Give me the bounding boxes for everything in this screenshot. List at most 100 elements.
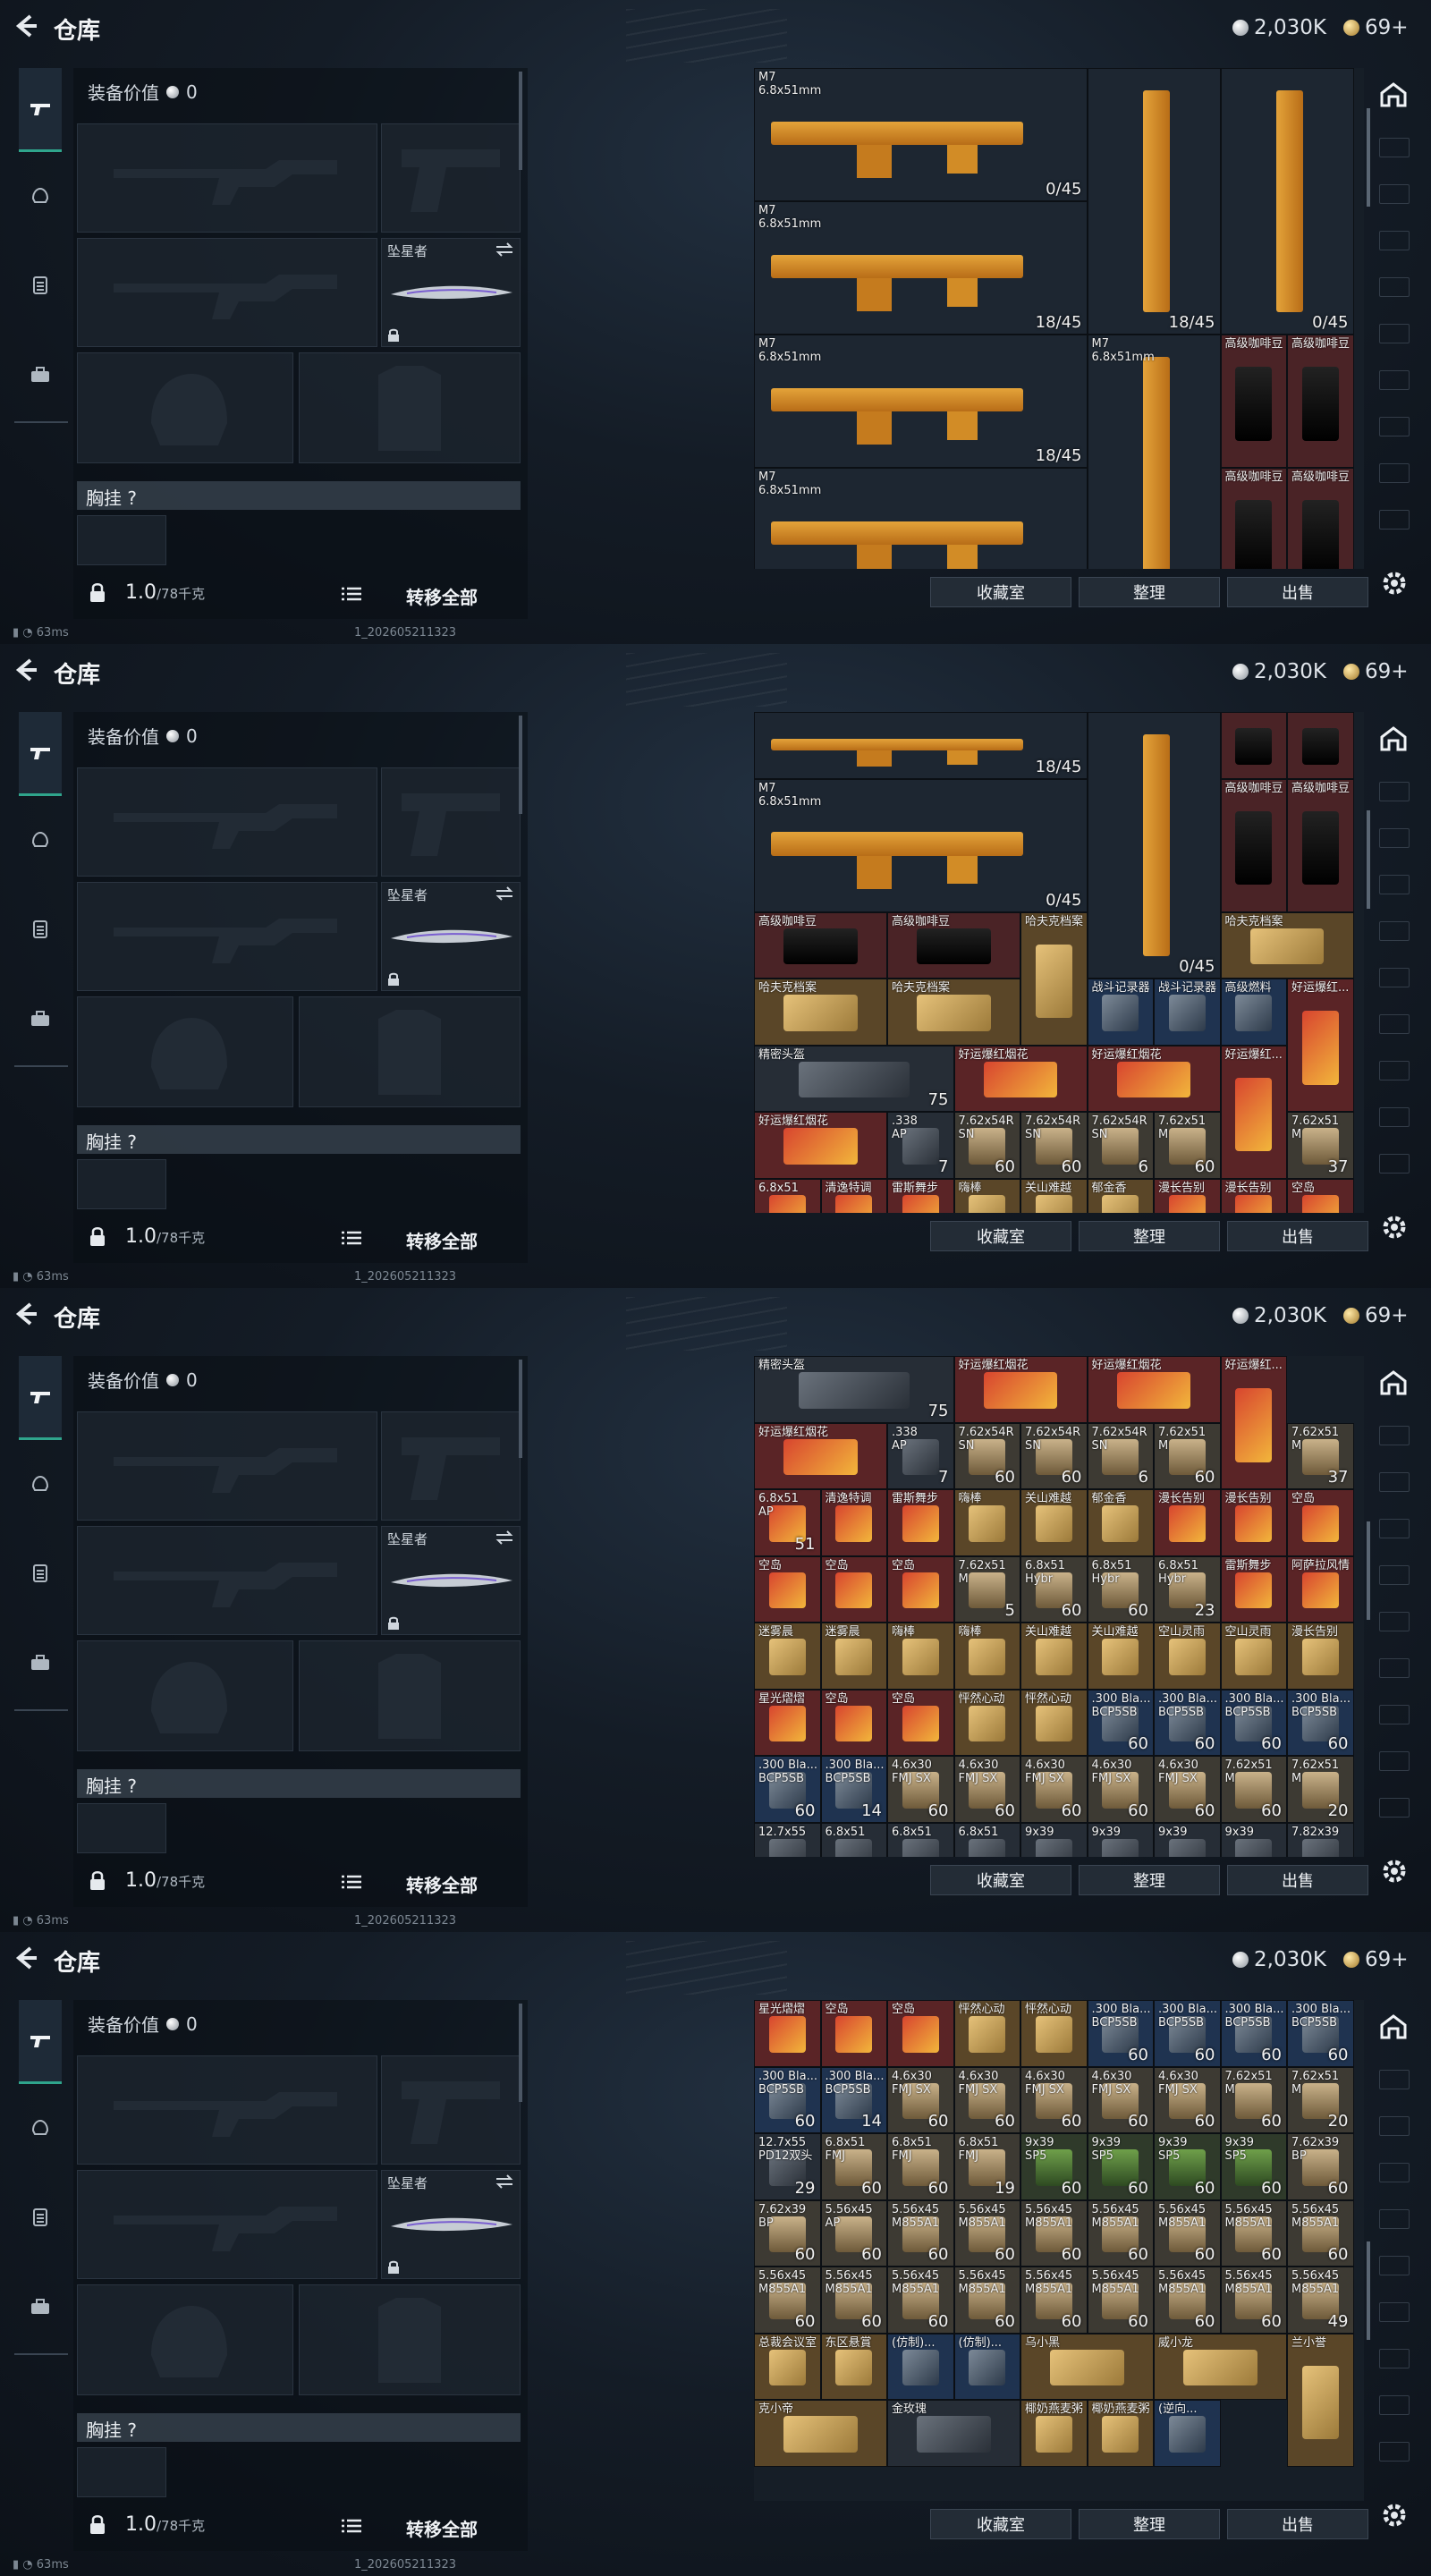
inventory-item[interactable]: 高级咖啡豆: [1287, 335, 1354, 468]
list-icon[interactable]: [342, 1875, 361, 1889]
sidebar-tab-backpack[interactable]: [19, 2286, 62, 2327]
chest-rig-slot[interactable]: [77, 2447, 166, 2497]
inventory-item[interactable]: 5.56x45 M855A1 60: [1287, 2199, 1354, 2267]
storage-tab[interactable]: [1379, 1107, 1410, 1127]
inventory-item[interactable]: 7.62x51 M 5: [953, 1555, 1020, 1623]
storage-tab[interactable]: [1379, 1658, 1410, 1678]
inventory-item[interactable]: 高级燃料: [1220, 979, 1287, 1046]
inventory-item[interactable]: .300 Bla... BCP5SB 14: [820, 1756, 887, 1823]
warehouse-home-tab[interactable]: [1376, 77, 1411, 113]
inventory-item[interactable]: 怦然心动: [1020, 2000, 1088, 2067]
gold-currency[interactable]: 69+: [1343, 16, 1409, 39]
storage-tab[interactable]: [1379, 417, 1410, 436]
armor-slot[interactable]: [299, 1640, 521, 1751]
primary-weapon-slot[interactable]: [77, 767, 377, 877]
inventory-item[interactable]: 7.62x51 M 37: [1287, 1422, 1354, 1489]
back-arrow-icon[interactable]: [13, 13, 39, 39]
inventory-item[interactable]: 6.8x51: [820, 1822, 887, 1857]
inventory-item[interactable]: M7 6.8x51mm 18/45: [754, 335, 1088, 468]
swap-arrows-icon[interactable]: [495, 242, 514, 257]
inventory-item[interactable]: [1220, 712, 1287, 779]
inventory-item[interactable]: 好运爆红...: [1287, 979, 1354, 1112]
inventory-item[interactable]: 高级咖啡豆: [1220, 778, 1287, 912]
inventory-item[interactable]: [1287, 712, 1354, 779]
inventory-item[interactable]: 清逸特调: [820, 1178, 887, 1213]
sort-button[interactable]: 整理: [1079, 2509, 1220, 2539]
inventory-item[interactable]: 阿萨拉风情: [1287, 1555, 1354, 1623]
inventory-item[interactable]: 漫长告别: [1287, 1623, 1354, 1690]
sidebar-tab-vest[interactable]: [19, 1553, 62, 1594]
inventory-item[interactable]: .338 AP 7: [887, 1112, 954, 1179]
inventory-item[interactable]: 好运爆红烟花: [1087, 1045, 1221, 1112]
inventory-item[interactable]: 4.6x30 FMJ SX 60: [953, 2066, 1020, 2133]
sort-button[interactable]: 整理: [1079, 577, 1220, 607]
inventory-item[interactable]: 9x39: [1087, 1822, 1154, 1857]
collection-room-button[interactable]: 收藏室: [930, 577, 1071, 607]
pistol-slot[interactable]: [381, 2055, 521, 2165]
warehouse-scrollbar[interactable]: [1367, 108, 1370, 207]
inventory-item[interactable]: (仿制)...: [887, 2333, 954, 2400]
warehouse-grid[interactable]: 18/45 0/45 M7 6.8x51mm 0/45 高级咖啡豆 高级咖啡豆 高级咖啡豆高…: [754, 712, 1364, 1213]
chest-rig-header[interactable]: 胸挂 ?: [77, 1125, 521, 1154]
inventory-item[interactable]: 0/45: [1087, 712, 1221, 979]
inventory-item[interactable]: 空岛: [820, 2000, 887, 2067]
inventory-item[interactable]: 高级咖啡豆: [1287, 778, 1354, 912]
inventory-item[interactable]: 空岛: [1287, 1178, 1354, 1213]
inventory-item[interactable]: 怦然心动: [953, 1689, 1020, 1756]
inventory-item[interactable]: 精密头盔 75: [754, 1045, 954, 1112]
chest-rig-slot[interactable]: [77, 515, 166, 565]
inventory-item[interactable]: 6.8x51 Hybr 23: [1154, 1555, 1221, 1623]
inventory-item[interactable]: 克小帝: [754, 2400, 887, 2467]
sidebar-tab-weapons[interactable]: [19, 1356, 62, 1440]
inventory-item[interactable]: M7 6.8x51mm 0/45: [754, 68, 1088, 201]
inventory-item[interactable]: (逆向...: [1154, 2400, 1221, 2467]
inventory-item[interactable]: 5.56x45 M855A1 60: [1087, 2199, 1154, 2267]
inventory-item[interactable]: 18/45: [1087, 68, 1221, 335]
inventory-item[interactable]: 乌小黑: [1020, 2333, 1154, 2400]
inventory-item[interactable]: 总裁会议室: [754, 2333, 821, 2400]
move-all-button[interactable]: 转移全部: [406, 2515, 478, 2541]
inventory-item[interactable]: 漫长告别: [1220, 1178, 1287, 1213]
inventory-item[interactable]: 5.56x45 M855A1 60: [1220, 2199, 1287, 2267]
inventory-item[interactable]: 椰奶燕麦粥: [1087, 2400, 1154, 2467]
sidebar-tab-vest[interactable]: [19, 2197, 62, 2238]
inventory-item[interactable]: 4.6x30 FMJ SX 60: [1154, 2066, 1221, 2133]
inventory-item[interactable]: 高级咖啡豆: [1220, 468, 1287, 569]
inventory-item[interactable]: 郁金香: [1087, 1489, 1154, 1556]
gold-currency[interactable]: 69+: [1343, 1948, 1409, 1971]
warehouse-grid[interactable]: 精密头盔 75 好运爆红烟花 好运爆红烟花 好运爆红... 好运爆红烟花 .338 AP 7 7…: [754, 1356, 1364, 1857]
melee-slot[interactable]: 坠星者: [381, 1526, 521, 1635]
inventory-item[interactable]: 高级咖啡豆: [754, 911, 887, 979]
inventory-item[interactable]: M7 6.8x51mm: [754, 468, 1088, 569]
sidebar-tab-vest[interactable]: [19, 909, 62, 950]
swap-arrows-icon[interactable]: [495, 2174, 514, 2189]
inventory-item[interactable]: 6.8x51 Hybr 60: [1020, 1555, 1088, 1623]
storage-tab[interactable]: [1379, 1014, 1410, 1034]
storage-tab[interactable]: [1379, 1426, 1410, 1445]
inventory-item[interactable]: 9x39: [1020, 1822, 1088, 1857]
inventory-item[interactable]: 7.62x54R SN 6: [1087, 1422, 1154, 1489]
inventory-item[interactable]: 好运爆红...: [1220, 1356, 1287, 1489]
inventory-item[interactable]: M7 6.8x51mm 0/45: [754, 778, 1088, 912]
chest-rig-help[interactable]: ?: [127, 1775, 137, 1797]
storage-tab[interactable]: [1379, 2442, 1410, 2462]
inventory-item[interactable]: 5.56x45 M855A1 60: [887, 2199, 954, 2267]
melee-slot[interactable]: 坠星者: [381, 882, 521, 991]
melee-slot[interactable]: 坠星者: [381, 238, 521, 347]
silver-currency[interactable]: 2,030K: [1232, 1948, 1326, 1971]
inventory-item[interactable]: 空山灵雨: [1154, 1623, 1221, 1690]
move-all-button[interactable]: 转移全部: [406, 583, 478, 609]
inventory-item[interactable]: 空岛: [887, 2000, 954, 2067]
primary-weapon-slot[interactable]: [77, 123, 377, 233]
inventory-item[interactable]: 关山难越: [1020, 1178, 1088, 1213]
storage-tab[interactable]: [1379, 231, 1410, 250]
inventory-item[interactable]: 4.6x30 FMJ SX 60: [1020, 2066, 1088, 2133]
storage-tab[interactable]: [1379, 184, 1410, 204]
inventory-item[interactable]: .300 Bla... BCP5SB 60: [1154, 1689, 1221, 1756]
inventory-item[interactable]: .300 Bla... BCP5SB 60: [1287, 2000, 1354, 2067]
inventory-item[interactable]: 好运爆红烟花: [953, 1356, 1088, 1423]
list-icon[interactable]: [342, 1231, 361, 1245]
storage-tab[interactable]: [1379, 1705, 1410, 1724]
helmet-slot[interactable]: [77, 996, 293, 1107]
inventory-item[interactable]: 清逸特调: [820, 1489, 887, 1556]
